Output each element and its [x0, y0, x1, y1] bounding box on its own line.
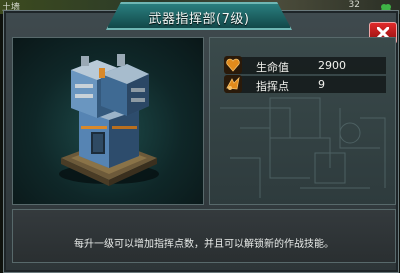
stat-value-command-points: 9: [318, 78, 325, 91]
command-point-icon: [224, 75, 242, 93]
stat-label-command-points: 指挥点: [256, 80, 289, 93]
stat-row-command-points: 指挥点 9: [224, 75, 386, 93]
weapon-command-building-image: [59, 54, 159, 186]
background-resource-count: 32: [348, 0, 360, 10]
description-box: 每升一级可以增加指挥点数，并且可以解锁新的作战技能。: [12, 209, 396, 263]
stat-label-hp: 生命值: [256, 61, 289, 74]
heart-icon: [224, 56, 242, 74]
stat-row-hp: 生命值 2900: [224, 56, 386, 74]
stats-panel: 生命值 2900 指挥点 9: [209, 37, 396, 205]
dialog-title: 武器指挥部(7级): [148, 12, 250, 27]
building-preview: [12, 37, 204, 205]
building-description: 每升一级可以增加指挥点数，并且可以解锁新的作战技能。: [74, 239, 334, 250]
stat-value-hp: 2900: [318, 59, 346, 72]
